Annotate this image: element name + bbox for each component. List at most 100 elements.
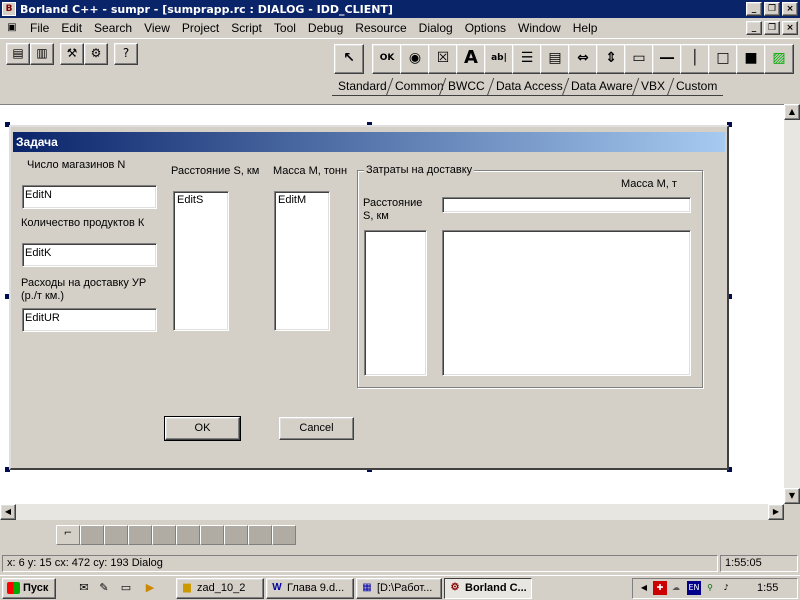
volume-icon[interactable]: ◀ <box>637 581 651 595</box>
combobox-tool-icon[interactable]: ▤ <box>540 44 570 74</box>
hscrollbar-tool-icon[interactable]: ⇔ <box>568 44 598 74</box>
menu-view[interactable]: View <box>138 18 176 38</box>
menu-project[interactable]: Project <box>176 18 225 38</box>
rectangle-tool-icon[interactable]: ■ <box>736 44 766 74</box>
taskbar-clock[interactable]: 1:55 <box>757 582 778 594</box>
language-indicator[interactable]: EN <box>687 581 701 595</box>
vertical-scrollbar[interactable]: ▲ ▼ <box>784 104 800 504</box>
notepad-icon[interactable]: ✎ <box>96 580 112 596</box>
menu-edit[interactable]: Edit <box>55 18 88 38</box>
grid-corner-icon[interactable]: ⌐ <box>56 525 80 545</box>
products-count-label: Количество продуктов К <box>21 217 145 229</box>
push-button-tool-icon[interactable]: OK <box>372 44 402 74</box>
designed-dialog[interactable]: Задача Число магазинов N EditN Количеств… <box>9 125 729 470</box>
network-icon[interactable]: ☁ <box>669 581 683 595</box>
task-zad-10-2[interactable]: ▆ zad_10_2 <box>176 578 264 599</box>
scroll-left-icon[interactable]: ◀ <box>0 504 16 520</box>
horizontal-scrollbar[interactable]: ◀ ▶ <box>0 504 784 520</box>
tab-data-access[interactable]: Data Access <box>490 78 569 96</box>
mdi-close-button[interactable]: × <box>782 21 798 35</box>
open-project-icon[interactable]: ▥ <box>30 43 54 65</box>
outlook-icon[interactable]: ✉ <box>76 580 92 596</box>
scroll-up-icon[interactable]: ▲ <box>784 104 800 120</box>
menu-script[interactable]: Script <box>225 18 268 38</box>
menu-window[interactable]: Window <box>512 18 567 38</box>
grid-cell[interactable] <box>176 525 200 545</box>
listbox-tool-icon[interactable]: ☰ <box>512 44 542 74</box>
menu-tool[interactable]: Tool <box>268 18 302 38</box>
minimize-button[interactable]: _ <box>746 2 762 16</box>
menu-options[interactable]: Options <box>459 18 512 38</box>
grid-cell[interactable] <box>152 525 176 545</box>
mdi-controls: _ ❐ × <box>744 21 798 35</box>
group-distance-label: Расстояние S, км <box>363 197 423 222</box>
grid-cell[interactable] <box>248 525 272 545</box>
hline-tool-icon[interactable]: ― <box>652 44 682 74</box>
menu-help[interactable]: Help <box>567 18 604 38</box>
maximize-button[interactable]: ❐ <box>764 2 780 16</box>
mdi-document-icon[interactable]: ▣ <box>4 20 20 36</box>
mdi-restore-button[interactable]: ❐ <box>764 21 780 35</box>
usb-icon[interactable]: ⚲ <box>703 581 717 595</box>
group-mass-input[interactable] <box>442 197 691 213</box>
grid-cell[interactable] <box>224 525 248 545</box>
menu-bar: ▣ File Edit Search View Project Script T… <box>0 18 800 38</box>
borland-app-icon[interactable]: B <box>2 2 16 16</box>
scroll-right-icon[interactable]: ▶ <box>768 504 784 520</box>
close-button[interactable]: × <box>782 2 798 16</box>
pointer-tool-icon[interactable]: ↖ <box>334 44 364 74</box>
menu-debug[interactable]: Debug <box>302 18 349 38</box>
vscrollbar-tool-icon[interactable]: ⇕ <box>596 44 626 74</box>
products-count-input[interactable]: EditK <box>22 243 157 267</box>
grid-cell[interactable] <box>200 525 224 545</box>
cost-matrix-grid[interactable] <box>442 230 691 376</box>
scroll-down-icon[interactable]: ▼ <box>784 488 800 504</box>
task-far-manager[interactable]: ▦ [D:\Работ... <box>356 578 442 599</box>
grid-cell[interactable] <box>128 525 152 545</box>
tab-standard[interactable]: Standard <box>332 78 393 96</box>
checkbox-tool-icon[interactable]: ☒ <box>428 44 458 74</box>
grid-cell[interactable] <box>104 525 128 545</box>
stores-count-input[interactable]: EditN <box>22 185 157 209</box>
desktop-icon[interactable]: ▭ <box>118 580 134 596</box>
build-icon[interactable]: ⚒ <box>60 43 84 65</box>
tab-data-aware[interactable]: Data Aware <box>565 78 639 96</box>
title-bar: B Borland C++ - sumpr - [sumprapp.rc : D… <box>0 0 800 18</box>
help-pointer-icon[interactable]: ? <box>114 43 138 65</box>
cancel-button[interactable]: Cancel <box>279 417 354 440</box>
start-button[interactable]: Пуск <box>2 578 56 599</box>
task-word-document[interactable]: W Глава 9.d... <box>266 578 354 599</box>
mdi-minimize-button[interactable]: _ <box>746 21 762 35</box>
menu-file[interactable]: File <box>24 18 55 38</box>
make-icon[interactable]: ⚙ <box>84 43 108 65</box>
media-player-icon[interactable]: ▶ <box>142 580 158 596</box>
delivery-costs-label: Расходы на доставку УР (р./т км.) <box>21 277 147 302</box>
tab-vbx[interactable]: VBX <box>635 78 672 96</box>
new-project-icon[interactable]: ▤ <box>6 43 30 65</box>
delivery-costs-input[interactable]: EditUR <box>22 308 157 332</box>
task-borland-cpp[interactable]: ⚙ Borland C... <box>444 578 532 599</box>
group-distance-listbox[interactable] <box>364 230 427 376</box>
mass-listbox[interactable]: EditM <box>274 191 330 331</box>
antivirus-icon[interactable]: ✚ <box>653 581 667 595</box>
tab-bwcc[interactable]: BWCC <box>442 78 491 96</box>
tab-custom[interactable]: Custom <box>670 78 724 96</box>
menu-resource[interactable]: Resource <box>349 18 412 38</box>
grid-cell[interactable] <box>80 525 104 545</box>
grid-cell[interactable] <box>272 525 296 545</box>
menu-search[interactable]: Search <box>88 18 138 38</box>
distance-listbox[interactable]: EditS <box>173 191 229 331</box>
radio-button-tool-icon[interactable]: ◉ <box>400 44 430 74</box>
mass-label: Масса М, тонн <box>273 165 348 177</box>
sound-mixer-icon[interactable]: ♪ <box>719 581 733 595</box>
group-box-tool-icon[interactable]: ▭ <box>624 44 654 74</box>
menu-dialog[interactable]: Dialog <box>413 18 459 38</box>
ok-button[interactable]: OK <box>164 416 241 441</box>
task-label: zad_10_2 <box>197 582 246 594</box>
folder-icon: ▆ <box>183 582 191 593</box>
vline-tool-icon[interactable]: │ <box>680 44 710 74</box>
edit-control-tool-icon[interactable]: ab| <box>484 44 514 74</box>
frame-tool-icon[interactable]: □ <box>708 44 738 74</box>
static-text-tool-icon[interactable]: A <box>456 44 486 74</box>
bitmap-tool-icon[interactable]: ▨ <box>764 44 794 74</box>
